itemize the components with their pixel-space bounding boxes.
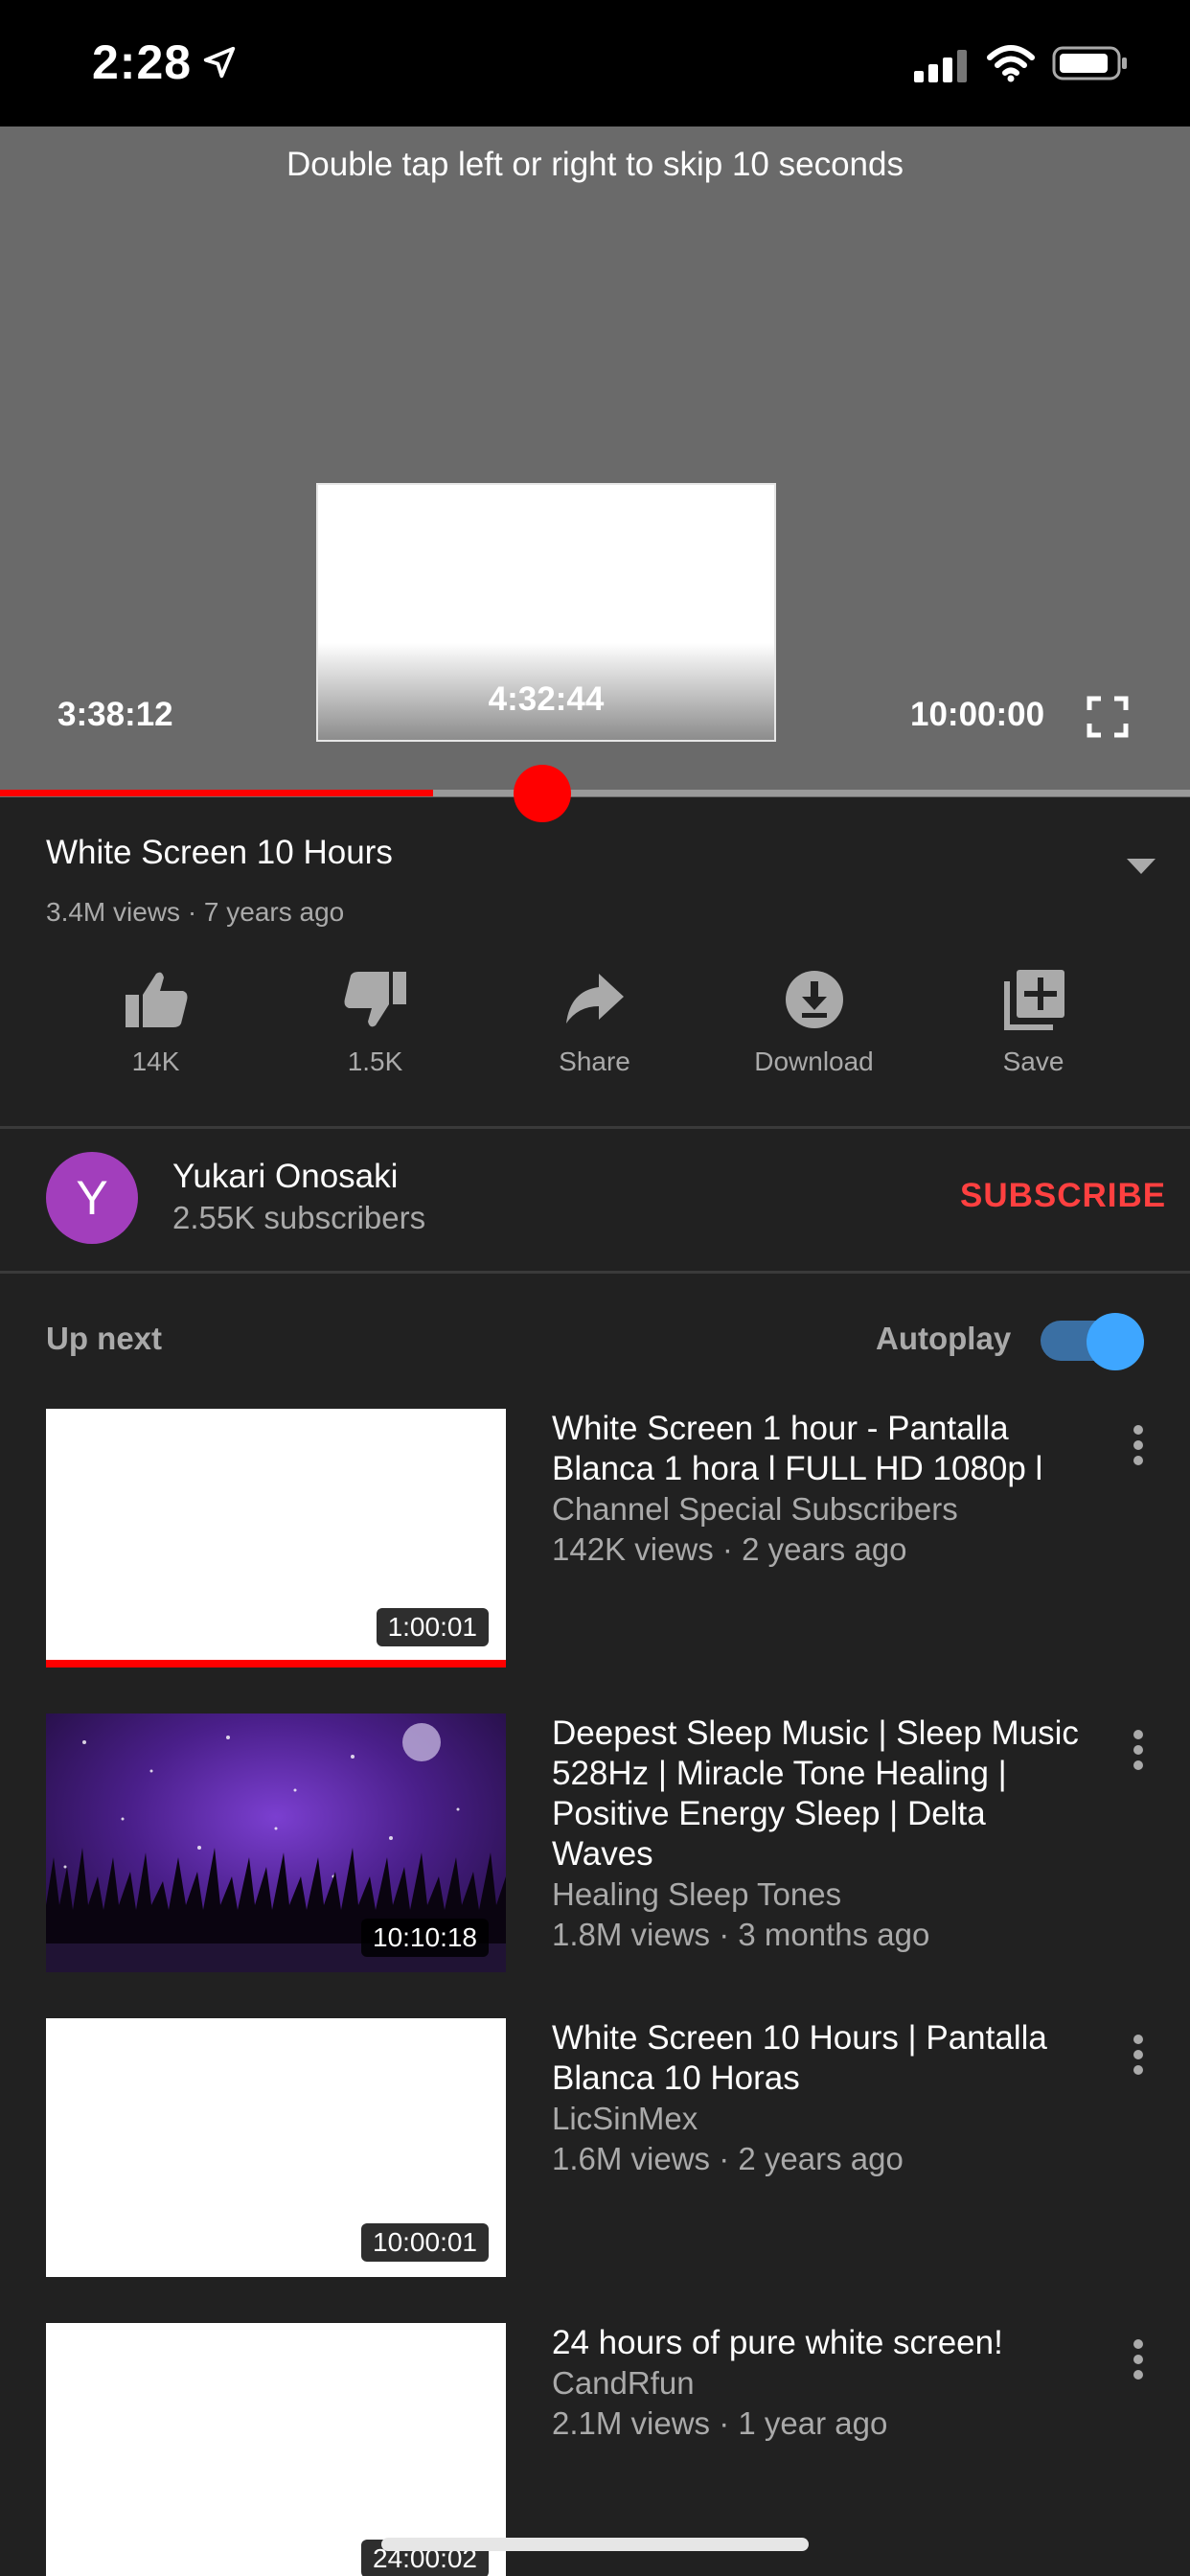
video-thumbnail[interactable]: 10:00:01 <box>46 2018 506 2277</box>
rec-title-line[interactable]: Blanca 1 hora l FULL HD 1080p l <box>552 1449 1088 1489</box>
more-options-icon[interactable] <box>1133 2034 1144 2076</box>
fullscreen-icon[interactable] <box>1087 696 1129 738</box>
progress-played <box>0 790 434 796</box>
rec-meta: 142K views · 2 years ago <box>552 1531 907 1567</box>
rec-title-line[interactable]: White Screen 10 Hours | Pantalla <box>552 2018 1088 2058</box>
wifi-icon <box>987 45 1035 82</box>
like-count: 14K <box>131 1046 180 1076</box>
divider <box>0 1126 1190 1129</box>
thumbs-up-icon <box>125 972 187 1027</box>
download-icon <box>785 971 843 1028</box>
thumbs-down-icon <box>344 972 406 1027</box>
scrubber-handle[interactable] <box>514 765 571 822</box>
location-arrow-icon <box>203 46 236 79</box>
subscribe-button[interactable]: SUBSCRIBE <box>960 1177 1166 1215</box>
status-bar: 2:28 <box>0 0 1190 126</box>
more-options-icon[interactable] <box>1133 1424 1144 1466</box>
share-icon <box>565 974 624 1024</box>
video-thumbnail[interactable]: 10:10:18 <box>46 1714 506 1972</box>
duration-badge: 1:00:01 <box>376 1608 489 1646</box>
download-label: Download <box>754 1046 874 1076</box>
home-indicator[interactable] <box>381 2538 809 2551</box>
download-button[interactable]: Download <box>704 958 924 1083</box>
share-button[interactable]: Share <box>485 958 704 1083</box>
video-meta: 3.4M views · 7 years ago <box>46 897 345 927</box>
duration-badge: 10:00:01 <box>361 2223 489 2262</box>
rec-channel: Channel Special Subscribers <box>552 1491 958 1527</box>
cellular-signal-icon <box>914 50 967 82</box>
channel-avatar[interactable]: Y <box>46 1152 138 1244</box>
more-options-icon[interactable] <box>1133 2338 1144 2380</box>
video-player[interactable]: Double tap left or right to skip 10 seco… <box>0 126 1190 797</box>
save-button[interactable]: Save <box>924 958 1143 1083</box>
up-next-item[interactable]: 10:00:01 White Screen 10 Hours | Pantall… <box>46 2018 1144 2277</box>
up-next-heading: Up next <box>46 1321 163 1356</box>
total-duration: 10:00:00 <box>910 696 1045 733</box>
up-next-item[interactable]: 1:00:01 White Screen 1 hour - Pantalla B… <box>46 1409 1144 1668</box>
share-label: Share <box>559 1046 630 1076</box>
autoplay-label: Autoplay <box>876 1321 1012 1356</box>
battery-icon <box>1052 46 1127 80</box>
current-time: 3:38:12 <box>57 696 173 733</box>
rec-channel: CandRfun <box>552 2365 695 2401</box>
rec-meta: 1.8M views · 3 months ago <box>552 1917 930 1952</box>
skip-hint: Double tap left or right to skip 10 seco… <box>286 146 904 183</box>
action-bar: 14K 1.5K Share Download Save <box>46 958 1144 1083</box>
video-thumbnail[interactable]: 1:00:01 <box>46 1409 506 1668</box>
dislike-count: 1.5K <box>347 1046 403 1076</box>
progress-bar[interactable] <box>0 790 1190 796</box>
rec-channel: LicSinMex <box>552 2101 698 2136</box>
rec-title-line[interactable]: Blanca 10 Horas <box>552 2058 1088 2099</box>
seek-preview-time: 4:32:44 <box>488 680 605 718</box>
seek-preview-thumbnail: 4:32:44 <box>316 483 776 742</box>
watched-progress <box>46 1660 506 1668</box>
rec-title-line[interactable]: Positive Energy Sleep | Delta Waves <box>552 1794 1088 1874</box>
rec-title-line[interactable]: Deepest Sleep Music | Sleep Music <box>552 1714 1088 1754</box>
channel-name[interactable]: Yukari Onosaki <box>172 1158 398 1196</box>
divider <box>0 1271 1190 1274</box>
more-options-icon[interactable] <box>1133 1729 1144 1771</box>
rec-meta: 1.6M views · 2 years ago <box>552 2141 904 2176</box>
subscriber-count: 2.55K subscribers <box>172 1200 426 1235</box>
like-button[interactable]: 14K <box>46 958 265 1083</box>
save-playlist-icon <box>1003 970 1064 1030</box>
status-time: 2:28 <box>92 35 193 89</box>
rec-title-line[interactable]: White Screen 1 hour - Pantalla <box>552 1409 1088 1449</box>
rec-meta: 2.1M views · 1 year ago <box>552 2405 888 2441</box>
dislike-button[interactable]: 1.5K <box>265 958 485 1083</box>
rec-title-line[interactable]: 528Hz | Miracle Tone Healing | <box>552 1754 1088 1794</box>
save-label: Save <box>1002 1046 1064 1076</box>
rec-channel: Healing Sleep Tones <box>552 1876 842 1912</box>
video-title[interactable]: White Screen 10 Hours <box>46 834 393 872</box>
up-next-item[interactable]: 10:10:18 Deepest Sleep Music | Sleep Mus… <box>46 1714 1144 1972</box>
rec-title-line[interactable]: 24 hours of pure white screen! <box>552 2323 1088 2363</box>
autoplay-toggle-knob[interactable] <box>1087 1313 1144 1370</box>
expand-description-icon[interactable] <box>1125 857 1157 876</box>
duration-badge: 10:10:18 <box>361 1919 489 1957</box>
